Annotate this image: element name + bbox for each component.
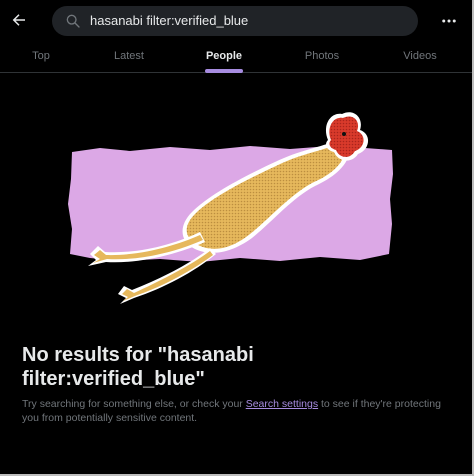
tab-latest[interactable]: Latest <box>82 42 176 72</box>
rubber-chicken-illustration <box>68 112 393 304</box>
empty-state-message-start: Try searching for something else, or che… <box>22 398 246 410</box>
more-options-button[interactable] <box>437 9 461 33</box>
tab-photos-label: Photos <box>304 50 340 62</box>
search-tabs: Top Latest People Photos Videos <box>0 42 472 73</box>
tab-top[interactable]: Top <box>0 42 82 72</box>
tab-people-label: People <box>205 50 243 62</box>
search-icon <box>66 14 80 28</box>
empty-state-title: No results for "hasanabi filter:verified… <box>22 344 254 390</box>
tab-videos[interactable]: Videos <box>372 42 468 72</box>
tab-photos[interactable]: Photos <box>272 42 372 72</box>
app-window: hasanabi filter:verified_blue Top Latest… <box>0 0 472 474</box>
search-settings-link[interactable]: Search settings <box>246 398 318 410</box>
empty-state-message: Try searching for something else, or che… <box>22 397 452 425</box>
search-query-text: hasanabi filter:verified_blue <box>90 13 249 28</box>
tab-latest-label: Latest <box>114 50 144 62</box>
more-horizontal-icon <box>442 19 456 23</box>
tab-people[interactable]: People <box>176 42 272 73</box>
top-bar: hasanabi filter:verified_blue <box>0 0 472 42</box>
tab-top-label: Top <box>32 50 50 62</box>
arrow-left-icon <box>12 14 25 26</box>
back-button[interactable] <box>6 7 32 33</box>
tab-videos-label: Videos <box>403 50 437 62</box>
active-tab-indicator <box>205 69 243 73</box>
search-input[interactable]: hasanabi filter:verified_blue <box>52 6 418 36</box>
